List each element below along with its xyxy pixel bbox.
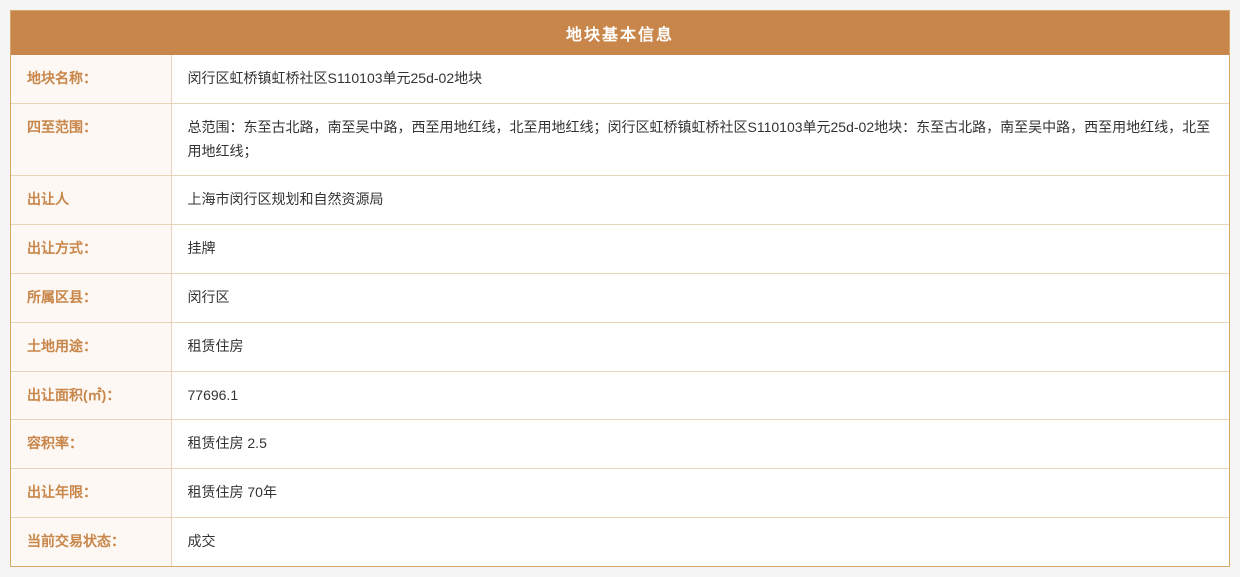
table-row: 所属区县：闵行区 <box>11 273 1229 322</box>
row-label: 出让方式： <box>11 225 171 274</box>
info-table: 地块名称：闵行区虹桥镇虹桥社区S110103单元25d-02地块四至范围：总范围… <box>11 55 1229 566</box>
table-row: 土地用途：租赁住房 <box>11 322 1229 371</box>
row-value: 总范围：东至古北路，南至吴中路，西至用地红线，北至用地红线；闵行区虹桥镇虹桥社区… <box>171 103 1229 176</box>
section-header: 地块基本信息 <box>11 11 1229 55</box>
row-value: 租赁住房 <box>171 322 1229 371</box>
table-row: 地块名称：闵行区虹桥镇虹桥社区S110103单元25d-02地块 <box>11 55 1229 103</box>
table-row: 容积率：租赁住房 2.5 <box>11 420 1229 469</box>
table-row: 出让年限：租赁住房 70年 <box>11 469 1229 518</box>
main-container: 地块基本信息 地块名称：闵行区虹桥镇虹桥社区S110103单元25d-02地块四… <box>10 10 1230 567</box>
table-row: 出让方式：挂牌 <box>11 225 1229 274</box>
row-value: 上海市闵行区规划和自然资源局 <box>171 176 1229 225</box>
row-label: 容积率： <box>11 420 171 469</box>
row-label: 土地用途： <box>11 322 171 371</box>
row-label: 四至范围： <box>11 103 171 176</box>
table-row: 出让人上海市闵行区规划和自然资源局 <box>11 176 1229 225</box>
row-label: 地块名称： <box>11 55 171 103</box>
row-value: 成交 <box>171 517 1229 565</box>
row-value: 租赁住房 2.5 <box>171 420 1229 469</box>
row-value: 租赁住房 70年 <box>171 469 1229 518</box>
row-value: 77696.1 <box>171 371 1229 420</box>
table-row: 四至范围：总范围：东至古北路，南至吴中路，西至用地红线，北至用地红线；闵行区虹桥… <box>11 103 1229 176</box>
row-label: 出让年限： <box>11 469 171 518</box>
row-label: 出让面积(㎡)： <box>11 371 171 420</box>
header-title: 地块基本信息 <box>566 27 674 44</box>
row-label: 当前交易状态： <box>11 517 171 565</box>
row-label: 所属区县： <box>11 273 171 322</box>
row-value: 闵行区 <box>171 273 1229 322</box>
row-value: 闵行区虹桥镇虹桥社区S110103单元25d-02地块 <box>171 55 1229 103</box>
row-label: 出让人 <box>11 176 171 225</box>
table-row: 出让面积(㎡)：77696.1 <box>11 371 1229 420</box>
table-row: 当前交易状态：成交 <box>11 517 1229 565</box>
row-value: 挂牌 <box>171 225 1229 274</box>
